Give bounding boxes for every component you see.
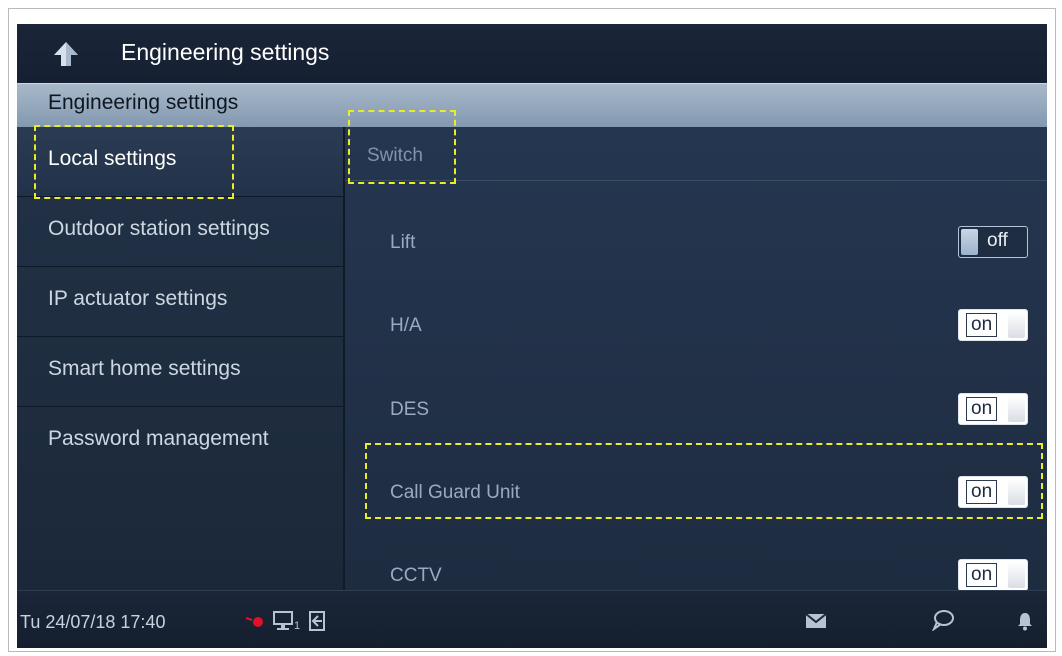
toggle-knob xyxy=(961,229,978,255)
panel-header: Switch xyxy=(345,127,1047,181)
menu-item-local-settings[interactable]: Local settings xyxy=(17,127,343,197)
title-bar: Engineering settings xyxy=(17,24,1047,83)
menu-item-label: Outdoor station settings xyxy=(48,217,270,240)
switch-row-des: DES on xyxy=(345,391,1047,431)
toggle-knob xyxy=(1008,562,1025,588)
des-toggle[interactable]: on xyxy=(958,393,1028,425)
toggle-state: on xyxy=(966,563,998,587)
toggle-knob xyxy=(1008,312,1025,338)
panel-screen: Engineering settings Engineering setting… xyxy=(17,24,1047,648)
status-bar: Tu 24/07/18 17:40 1 xyxy=(17,590,1047,648)
toggle-state: on xyxy=(966,313,998,337)
alarm-dot-icon xyxy=(244,611,268,631)
switch-label: Call Guard Unit xyxy=(390,482,520,503)
menu-item-password-management[interactable]: Password management xyxy=(17,407,343,477)
switch-label: CCTV xyxy=(390,565,442,586)
call-guard-unit-toggle[interactable]: on xyxy=(958,476,1028,508)
menu-item-label: IP actuator settings xyxy=(48,287,228,310)
chat-bubble-icon[interactable] xyxy=(930,608,956,632)
mail-icon[interactable] xyxy=(803,611,829,631)
monitor-icon[interactable]: 1 xyxy=(271,609,301,633)
toggle-state: on xyxy=(966,480,998,504)
menu-item-label: Smart home settings xyxy=(48,357,241,380)
back-arrow-icon xyxy=(54,42,78,66)
menu-item-label: Local settings xyxy=(48,147,177,170)
ha-toggle[interactable]: on xyxy=(958,309,1028,341)
panel-header-label: Switch xyxy=(367,145,423,166)
cctv-toggle[interactable]: on xyxy=(958,559,1028,590)
switch-label: DES xyxy=(390,399,430,420)
menu-item-label: Password management xyxy=(48,427,269,450)
menu-item-outdoor-station-settings[interactable]: Outdoor station settings xyxy=(17,197,343,267)
switch-panel: Switch Lift off H/A on DES on Call Guard… xyxy=(343,127,1047,590)
monitor-count: 1 xyxy=(293,620,301,632)
back-button[interactable] xyxy=(49,37,83,71)
menu-item-ip-actuator-settings[interactable]: IP actuator settings xyxy=(17,267,343,337)
toggle-knob xyxy=(1008,479,1025,505)
switch-row-lift: Lift off xyxy=(345,224,1047,264)
toggle-state: on xyxy=(966,397,998,421)
section-title: Engineering settings xyxy=(48,91,239,114)
door-exit-icon[interactable] xyxy=(306,609,330,633)
date-time: Tu 24/07/18 17:40 xyxy=(20,612,166,632)
bell-icon[interactable] xyxy=(1014,609,1036,633)
switch-label: Lift xyxy=(390,232,416,253)
switch-row-cctv: CCTV on xyxy=(345,557,1047,590)
switch-row-ha: H/A on xyxy=(345,307,1047,347)
section-header: Engineering settings xyxy=(17,83,1047,127)
settings-menu: Local settings Outdoor station settings … xyxy=(17,127,343,590)
lift-toggle[interactable]: off xyxy=(958,226,1028,258)
toggle-state: off xyxy=(987,230,1008,251)
page-title: Engineering settings xyxy=(121,39,330,65)
switch-row-call-guard-unit: Call Guard Unit on xyxy=(345,474,1047,514)
toggle-knob xyxy=(1008,396,1025,422)
switch-label: H/A xyxy=(390,315,422,336)
menu-item-smart-home-settings[interactable]: Smart home settings xyxy=(17,337,343,407)
